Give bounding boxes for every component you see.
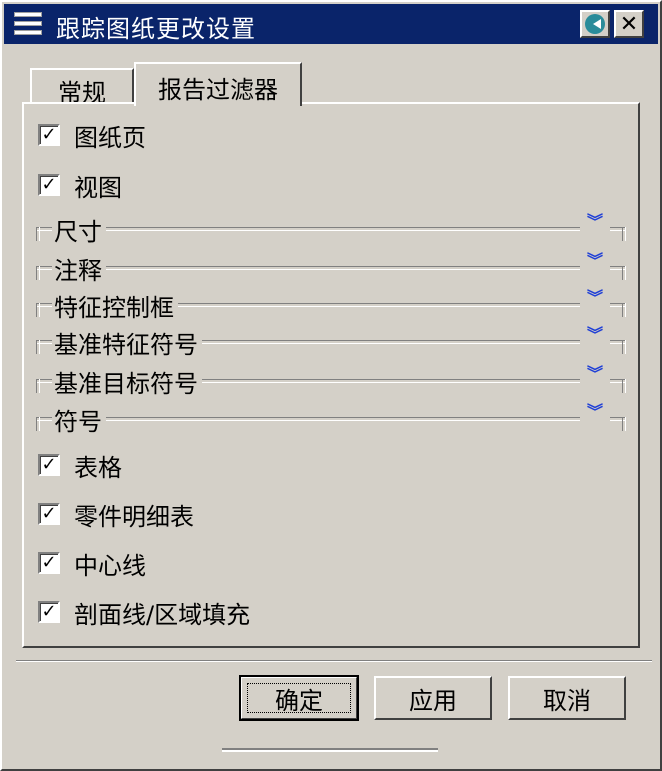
checkbox-crosshatch-area-fill[interactable]: ✓ 剖面线/区域填充 — [38, 597, 251, 629]
group-dimensions[interactable]: 尺寸 ︾ — [36, 212, 626, 247]
tab-general[interactable]: 常规 — [30, 68, 134, 107]
expand-chevron-icon[interactable]: ︾ — [580, 327, 610, 355]
resize-grip[interactable] — [222, 748, 438, 752]
title-bar[interactable]: 跟踪图纸更改设置 ✕ — [4, 4, 658, 44]
expand-chevron-icon[interactable]: ︾ — [580, 290, 610, 318]
dialog-window: 跟踪图纸更改设置 ✕ 常规 报告过滤器 ✓ 图纸页 ✓ 视图 尺寸 ︾ 注释 ︾… — [0, 0, 662, 771]
checkbox-drawing-sheet[interactable]: ✓ 图纸页 — [38, 120, 146, 152]
expand-chevron-icon[interactable]: ︾ — [580, 214, 610, 242]
separator — [16, 660, 652, 662]
group-label: 注释 — [52, 251, 106, 286]
ok-button[interactable]: 确定 — [239, 675, 359, 721]
back-button[interactable] — [580, 10, 610, 38]
group-annotations[interactable]: 注释 ︾ — [36, 251, 626, 286]
close-icon: ✕ — [619, 11, 639, 37]
close-button[interactable]: ✕ — [614, 10, 644, 38]
group-symbols[interactable]: 符号 ︾ — [36, 402, 626, 437]
checkbox-label: 表格 — [74, 453, 122, 482]
group-feature-control-frame[interactable]: 特征控制框 ︾ — [36, 288, 626, 323]
checkmark-icon[interactable]: ✓ — [38, 503, 60, 525]
checkbox-label: 中心线 — [74, 551, 146, 580]
checkbox-label: 剖面线/区域填充 — [74, 600, 251, 629]
checkbox-centerlines[interactable]: ✓ 中心线 — [38, 548, 146, 580]
expand-chevron-icon[interactable]: ︾ — [580, 404, 610, 432]
expand-chevron-icon[interactable]: ︾ — [580, 253, 610, 281]
group-label: 基准特征符号 — [52, 325, 202, 360]
checkbox-tables[interactable]: ✓ 表格 — [38, 450, 122, 482]
group-label: 符号 — [52, 402, 106, 437]
window-title: 跟踪图纸更改设置 — [56, 15, 256, 43]
tab-report-filter[interactable]: 报告过滤器 — [134, 62, 302, 106]
apply-button[interactable]: 应用 — [374, 676, 492, 720]
checkbox-parts-list[interactable]: ✓ 零件明细表 — [38, 499, 194, 531]
checkbox-label: 零件明细表 — [74, 502, 194, 531]
checkbox-view[interactable]: ✓ 视图 — [38, 170, 122, 202]
group-label: 特征控制框 — [52, 288, 178, 323]
checkmark-icon[interactable]: ✓ — [38, 601, 60, 623]
checkmark-icon[interactable]: ✓ — [38, 124, 60, 146]
cancel-button[interactable]: 取消 — [508, 676, 626, 720]
checkmark-icon[interactable]: ✓ — [38, 174, 60, 196]
back-arrow-icon — [585, 14, 605, 34]
checkbox-label: 视图 — [74, 173, 122, 202]
group-datum-feature-symbol[interactable]: 基准特征符号 ︾ — [36, 325, 626, 360]
group-datum-target-symbol[interactable]: 基准目标符号 ︾ — [36, 364, 626, 399]
checkmark-icon[interactable]: ✓ — [38, 454, 60, 476]
group-label: 基准目标符号 — [52, 364, 202, 399]
system-menu-icon[interactable] — [14, 12, 42, 36]
expand-chevron-icon[interactable]: ︾ — [580, 366, 610, 394]
checkmark-icon[interactable]: ✓ — [38, 552, 60, 574]
checkbox-label: 图纸页 — [74, 123, 146, 152]
group-label: 尺寸 — [52, 212, 106, 247]
